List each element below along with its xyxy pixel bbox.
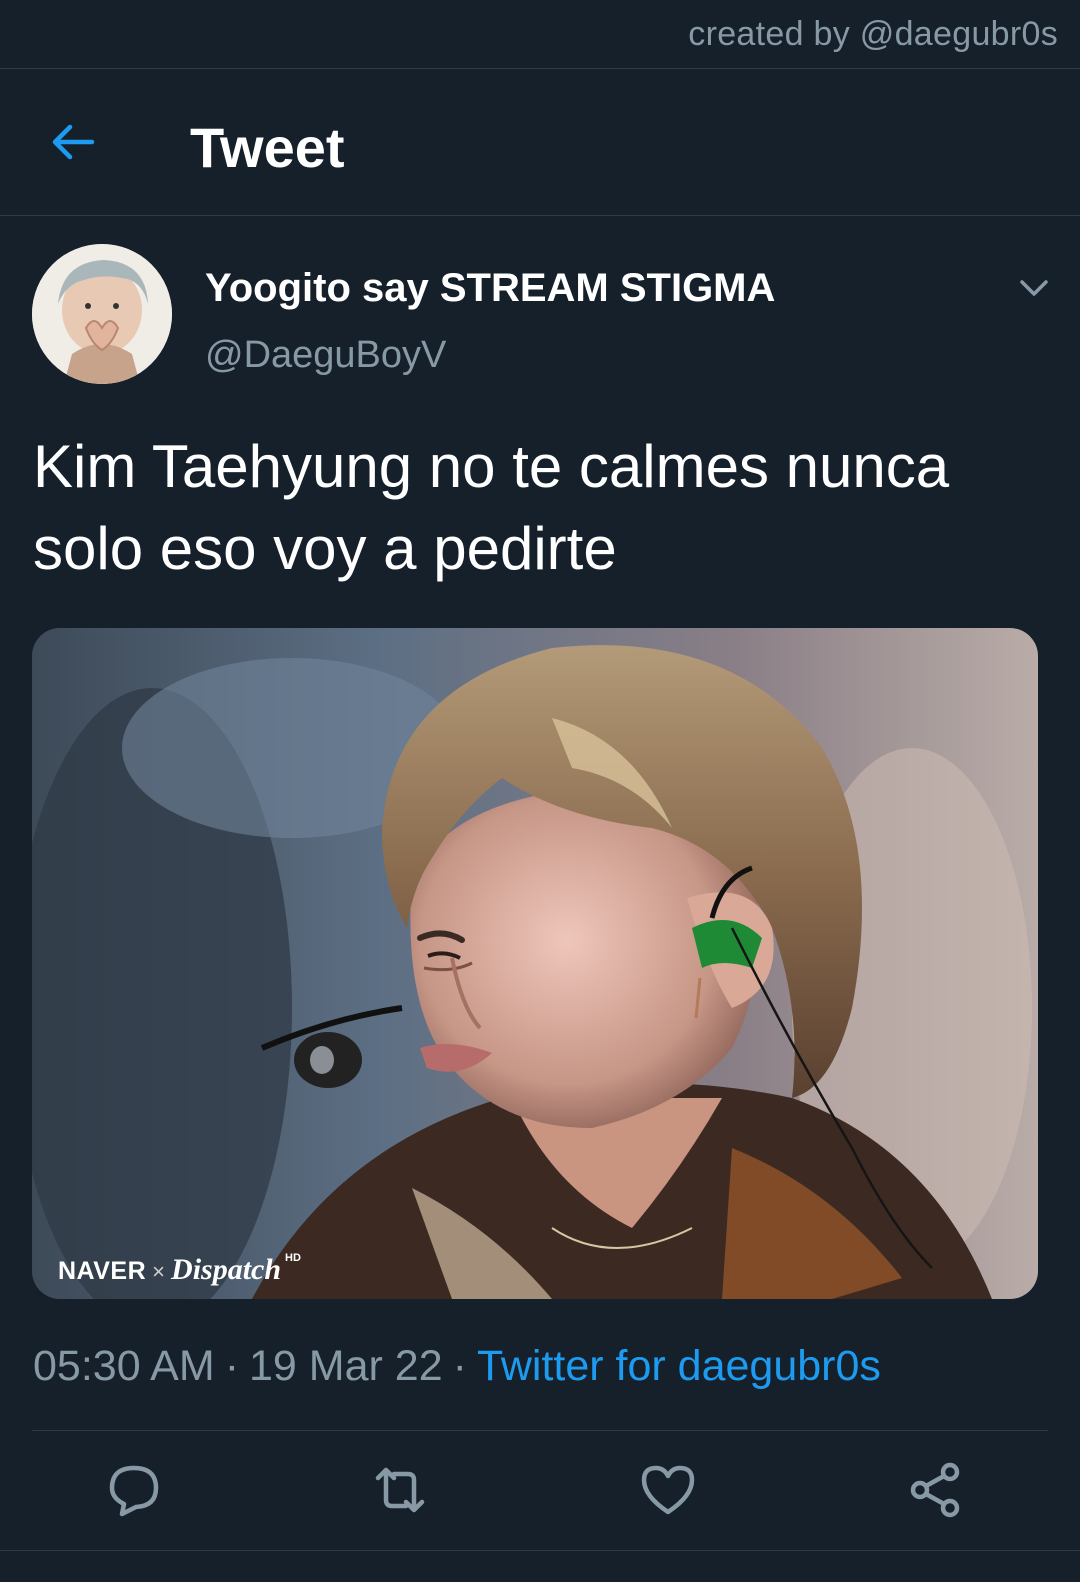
tweet-source-link[interactable]: Twitter for daegubr0s xyxy=(477,1342,881,1390)
avatar-image xyxy=(32,244,172,384)
header: Tweet xyxy=(0,69,1080,216)
tweet-actions xyxy=(0,1460,1080,1520)
tweet-text: Kim Taehyung no te calmes nunca solo eso… xyxy=(33,426,1020,590)
meta-separator: · xyxy=(452,1342,467,1390)
retweet-icon[interactable] xyxy=(370,1460,430,1520)
photo-image xyxy=(32,628,1038,1299)
share-icon[interactable] xyxy=(906,1460,966,1520)
tweet-author: Yoogito say STREAM STIGMA @DaeguBoyV xyxy=(0,216,1080,406)
tweet-text-line: solo eso voy a pedirte xyxy=(33,515,617,582)
tweet-date: 19 Mar 22 xyxy=(249,1342,443,1390)
tweet-meta: 05:30 AM · 19 Mar 22 · Twitter for daegubr0s xyxy=(33,1342,881,1391)
watermark-dispatch: Dispatch xyxy=(171,1253,282,1286)
avatar[interactable] xyxy=(32,244,172,384)
display-name[interactable]: Yoogito say STREAM STIGMA xyxy=(205,266,775,311)
heart-icon[interactable] xyxy=(638,1460,698,1520)
arrow-left-icon[interactable] xyxy=(48,118,96,166)
page-title: Tweet xyxy=(190,116,345,179)
watermark-separator: × xyxy=(152,1259,166,1284)
tweet-text-line: Kim Taehyung no te calmes nunca xyxy=(33,433,950,500)
reply-icon[interactable] xyxy=(104,1460,164,1520)
credit-text: created by @daegubr0s xyxy=(688,15,1058,53)
credit-bar: created by @daegubr0s xyxy=(0,0,1080,69)
user-handle[interactable]: @DaeguBoyV xyxy=(205,334,446,377)
watermark-hd: HD xyxy=(285,1252,301,1264)
tweet-media-photo[interactable]: NAVER × Dispatch HD xyxy=(32,628,1038,1299)
chevron-down-icon[interactable] xyxy=(1014,268,1054,308)
tweet-time: 05:30 AM xyxy=(33,1342,215,1390)
divider xyxy=(0,1550,1080,1551)
divider xyxy=(32,1430,1048,1431)
meta-separator: · xyxy=(224,1342,240,1390)
photo-watermark: NAVER × Dispatch HD xyxy=(58,1252,301,1287)
watermark-naver: NAVER xyxy=(58,1257,147,1285)
